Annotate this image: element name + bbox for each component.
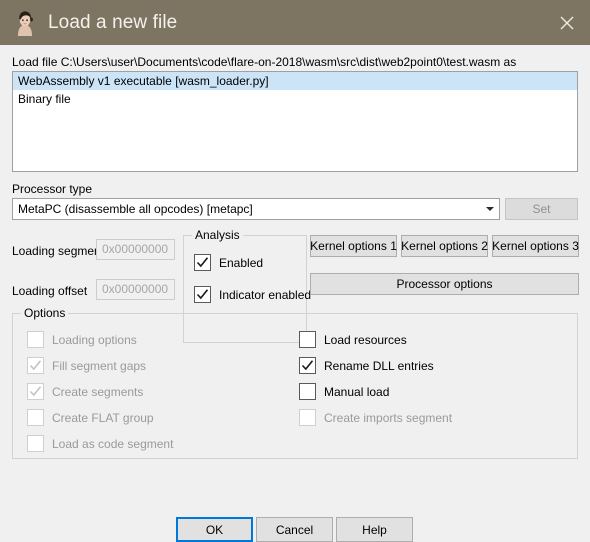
loader-list[interactable]: WebAssembly v1 executable [wasm_loader.p… (12, 71, 578, 172)
checkbox-box (299, 409, 316, 426)
checkbox-box (299, 383, 316, 400)
checkbox-create-imports-segment[interactable]: Create imports segment (299, 409, 452, 426)
checkbox-create-segments[interactable]: Create segments (27, 383, 143, 400)
checkbox-box (27, 435, 44, 452)
checkbox-label: Create segments (52, 384, 144, 399)
checkbox-label: Loading options (52, 332, 137, 347)
checkbox-create-flat-group[interactable]: Create FLAT group (27, 409, 154, 426)
checkbox-box (27, 331, 44, 348)
checkbox-label: Indicator enabled (219, 287, 312, 302)
list-item[interactable]: WebAssembly v1 executable [wasm_loader.p… (13, 72, 577, 90)
checkmark-icon (299, 357, 316, 374)
title-bar: Load a new file (0, 0, 590, 45)
checkbox-label: Fill segment gaps (52, 358, 147, 373)
checkmark-icon (27, 357, 44, 374)
checkbox-box (27, 409, 44, 426)
processor-type-combo[interactable]: MetaPC (disassemble all opcodes) [metapc… (12, 198, 500, 220)
loading-offset-label: Loading offset (12, 284, 88, 298)
list-item[interactable]: Binary file (13, 90, 577, 108)
processor-options-button[interactable]: Processor options (310, 273, 579, 295)
checkbox-label: Enabled (219, 255, 264, 270)
checkbox-loading-options[interactable]: Loading options (27, 331, 137, 348)
checkbox-label: Create FLAT group (52, 410, 154, 425)
kernel-options-2-button[interactable]: Kernel options 2 (401, 235, 488, 257)
checkbox-label: Load resources (324, 332, 407, 347)
ok-button[interactable]: OK (176, 517, 253, 542)
kernel-options-3-button[interactable]: Kernel options 3 (492, 235, 579, 257)
checkbox-analysis-enabled[interactable]: Enabled (194, 254, 263, 271)
load-file-label: Load file C:\Users\user\Documents\code\f… (12, 55, 517, 69)
loading-segment-input[interactable]: 0x00000000 (96, 239, 175, 260)
checkmark-icon (27, 383, 44, 400)
checkbox-label: Rename DLL entries (324, 358, 434, 373)
window-title: Load a new file (48, 11, 178, 33)
analysis-group-title: Analysis (192, 228, 243, 242)
loading-offset-input[interactable]: 0x00000000 (96, 279, 175, 300)
checkbox-manual-load[interactable]: Manual load (299, 383, 389, 400)
dialog-body: Load file C:\Users\user\Documents\code\f… (0, 45, 590, 542)
checkbox-fill-segment-gaps[interactable]: Fill segment gaps (27, 357, 146, 374)
checkbox-rename-dll-entries[interactable]: Rename DLL entries (299, 357, 434, 374)
kernel-options-1-button[interactable]: Kernel options 1 (310, 235, 397, 257)
help-button[interactable]: Help (336, 517, 413, 542)
checkbox-analysis-indicator-enabled[interactable]: Indicator enabled (194, 286, 311, 303)
checkmark-icon (194, 254, 211, 271)
options-group: Options Loading options Fill segment gap… (12, 306, 578, 459)
checkbox-label: Manual load (324, 384, 390, 399)
set-button[interactable]: Set (505, 198, 578, 220)
checkbox-box (299, 331, 316, 348)
close-icon[interactable] (544, 0, 590, 45)
cancel-button[interactable]: Cancel (256, 517, 333, 542)
options-group-title: Options (21, 306, 69, 320)
checkbox-label: Create imports segment (324, 410, 453, 425)
checkbox-load-as-code-segment[interactable]: Load as code segment (27, 435, 173, 452)
checkbox-load-resources[interactable]: Load resources (299, 331, 407, 348)
ida-lady-icon (12, 9, 38, 36)
chevron-down-icon[interactable] (481, 199, 499, 219)
checkbox-label: Load as code segment (52, 436, 174, 451)
processor-type-label: Processor type (12, 182, 93, 196)
loading-segment-label: Loading segment (12, 244, 105, 258)
processor-type-value: MetaPC (disassemble all opcodes) [metapc… (18, 202, 253, 216)
checkmark-icon (194, 286, 211, 303)
